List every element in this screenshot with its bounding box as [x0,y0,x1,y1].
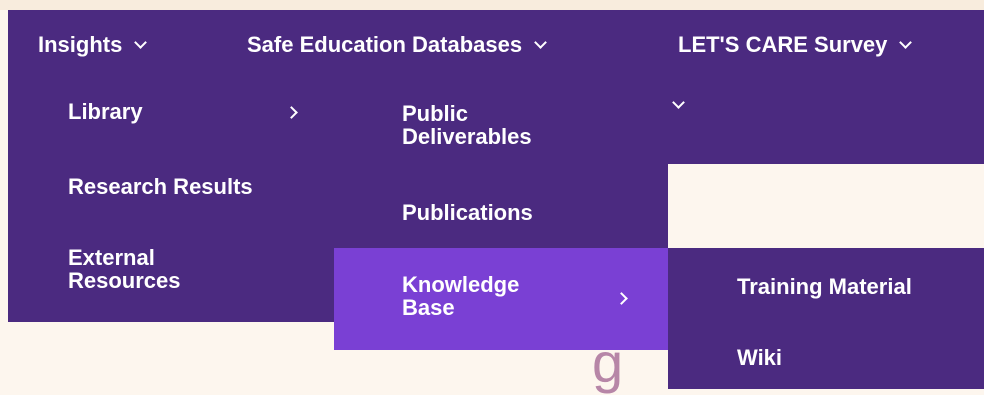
menu-item-publications[interactable]: Publications [402,201,533,224]
chevron-right-icon [285,106,298,119]
menu-item-research-results[interactable]: Research Results [68,175,253,198]
nav-item-label: Safe Education Databases [247,32,523,57]
menu-item-knowledge-base[interactable]: Knowledge Base [334,248,668,350]
page-top-strip [0,0,984,10]
insights-dropdown-menu: Library Research Results External Resour… [8,80,334,322]
chevron-down-icon [899,35,913,49]
menu-item-label: Research Results [68,174,253,199]
menu-item-label: Training Material [737,274,912,299]
menu-item-public-deliverables[interactable]: Public Deliverables [402,102,532,148]
nav-item-label: Insights [38,32,123,57]
menu-item-label-line: Resources [68,268,181,293]
menu-item-label-line: External [68,245,155,270]
menu-item-label-line: Public [402,101,469,126]
menu-item-label: Publications [402,200,533,225]
menu-item-label-line: Knowledge [402,272,520,297]
chevron-down-icon [534,35,547,49]
menu-item-label-line: Base [402,295,455,320]
menu-item-label: Library [68,99,143,124]
menu-item-library[interactable]: Library [68,100,308,123]
menu-item-label-line: Deliverables [402,124,532,149]
submenu-stub [668,80,984,164]
knowledge-base-submenu: Training Material Wiki [668,248,984,389]
menu-item-external-resources[interactable]: External Resources [68,246,181,292]
menu-item-label: Wiki [737,345,783,370]
menu-item-training-material[interactable]: Training Material [737,275,912,298]
menu-item-wiki[interactable]: Wiki [737,346,782,369]
menu-item-knowledge-base-label: Knowledge Base [402,273,519,319]
nav-item-label: LET'S CARE Survey [678,32,888,57]
nav-item-lets-care-survey[interactable]: LET'S CARE Survey [678,10,913,80]
chevron-down-icon [134,35,148,49]
top-navigation-bar: Insights Safe Education Databases LET'S … [8,10,984,80]
nav-item-safe-education-databases[interactable]: Safe Education Databases [247,10,547,80]
nav-item-insights[interactable]: Insights [38,10,148,80]
chevron-down-icon [672,96,685,109]
chevron-right-icon [615,292,628,305]
